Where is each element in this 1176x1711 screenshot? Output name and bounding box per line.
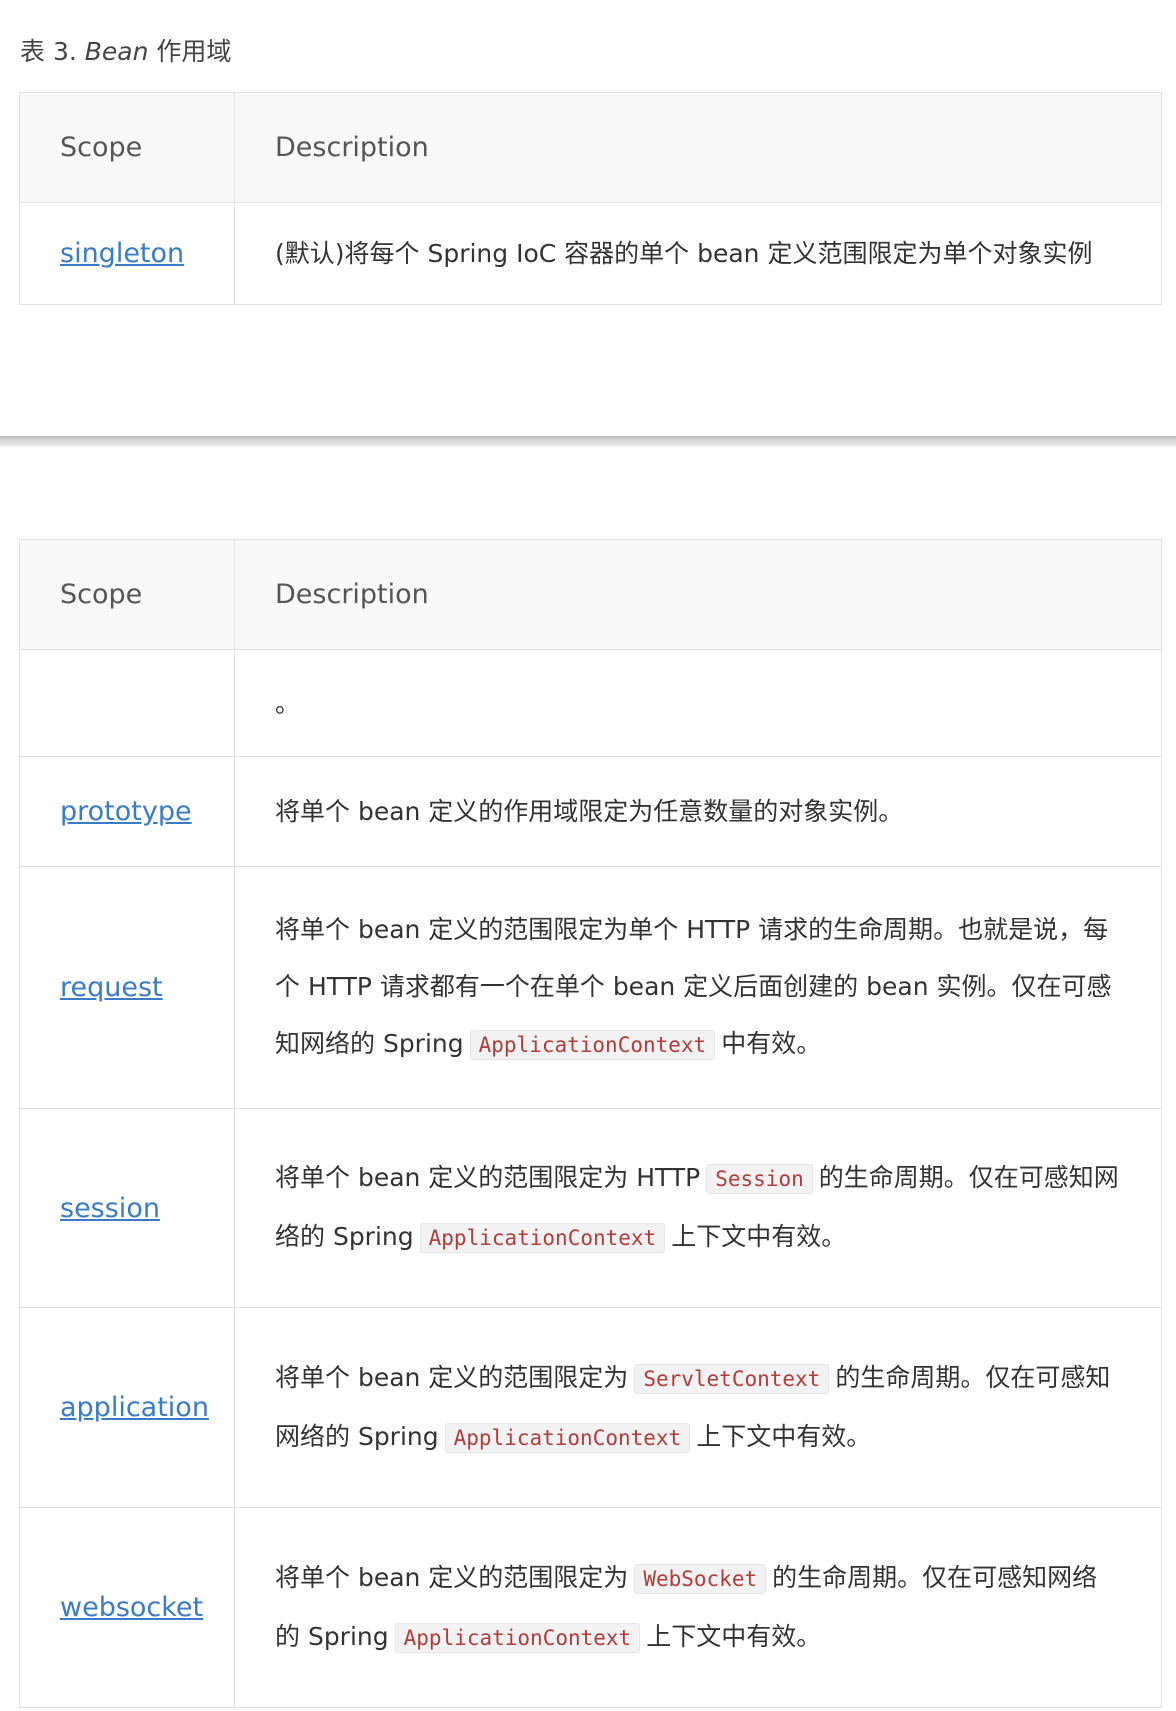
caption-emphasis: Bean — [84, 37, 149, 66]
description-cell: (默认)将每个 Spring IoC 容器的单个 bean 定义范围限定为单个对… — [234, 202, 1162, 305]
inline-code: ApplicationContext — [394, 1622, 641, 1653]
scope-cell: singleton — [19, 202, 235, 305]
scope-link-application[interactable]: application — [60, 1392, 209, 1423]
description-column-header: Description — [234, 92, 1162, 203]
scope-cell: session — [19, 1108, 235, 1308]
description-cell: 将单个 bean 定义的范围限定为单个 HTTP 请求的生命周期。也就是说，每个… — [234, 866, 1162, 1109]
table-row: prototype 将单个 bean 定义的作用域限定为任意数量的对象实例。 — [19, 756, 1162, 867]
description-text: 将单个 bean 定义的范围限定为 — [275, 1362, 629, 1392]
scope-cell: prototype — [19, 756, 235, 867]
description-text: 将单个 bean 定义的范围限定为 — [275, 1562, 629, 1592]
scope-link-request[interactable]: request — [60, 972, 163, 1003]
caption-suffix: 作用域 — [148, 37, 232, 66]
scope-column-header: Scope — [19, 92, 235, 203]
inline-code: ApplicationContext — [469, 1030, 716, 1060]
caption-prefix: 表 3. — [20, 37, 85, 66]
table-header-row: Scope Description — [19, 539, 1162, 650]
table-row: session 将单个 bean 定义的范围限定为 HTTP Session 的生命… — [19, 1108, 1162, 1308]
scope-link-singleton[interactable]: singleton — [60, 238, 184, 269]
scope-cell: websocket — [19, 1507, 235, 1708]
table-row: websocket 将单个 bean 定义的范围限定为 WebSocket 的生命周… — [19, 1507, 1162, 1708]
description-text: 上下文中有效。 — [646, 1621, 822, 1651]
inline-code: WebSocket — [634, 1563, 767, 1594]
table-row: application 将单个 bean 定义的范围限定为 ServletCont… — [19, 1307, 1162, 1508]
description-text: 上下文中有效。 — [671, 1222, 847, 1251]
description-text: 将单个 bean 定义的范围限定为 HTTP — [275, 1163, 701, 1192]
description-cell: 将单个 bean 定义的范围限定为 ServletContext 的生命周期。仅在可… — [234, 1307, 1162, 1508]
scope-link-websocket[interactable]: websocket — [60, 1592, 203, 1623]
description-cell: 将单个 bean 定义的作用域限定为任意数量的对象实例。 — [234, 756, 1162, 867]
description-text: 中有效。 — [721, 1029, 822, 1058]
description-cell: 将单个 bean 定义的范围限定为 WebSocket 的生命周期。仅在可感知网络的… — [234, 1507, 1162, 1708]
scope-table-1: Scope Description singleton (默认)将每个 Spri… — [19, 92, 1162, 305]
scope-table-2: Scope Description 。 prototype 将单个 bean 定… — [19, 539, 1162, 1708]
table-row: request 将单个 bean 定义的范围限定为单个 HTTP 请求的生命周期… — [19, 866, 1162, 1109]
scope-column-header: Scope — [19, 539, 235, 650]
description-text: 上下文中有效。 — [696, 1421, 872, 1451]
inline-code: Session — [706, 1164, 813, 1194]
scope-link-session[interactable]: session — [60, 1193, 160, 1224]
description-cell: 将单个 bean 定义的范围限定为 HTTP Session 的生命周期。仅在可感知… — [234, 1108, 1162, 1308]
description-cell: 。 — [234, 649, 1162, 757]
inline-code: ApplicationContext — [444, 1422, 691, 1453]
inline-code: ServletContext — [634, 1363, 830, 1394]
section-divider — [0, 436, 1176, 446]
scope-link-prototype[interactable]: prototype — [60, 796, 192, 827]
table-row: 。 — [19, 649, 1162, 757]
table-header-row: Scope Description — [19, 92, 1162, 203]
scope-cell: request — [19, 866, 235, 1109]
scope-cell — [19, 649, 235, 757]
table-caption: 表 3. Bean 作用域 — [20, 32, 231, 68]
scope-cell: application — [19, 1307, 235, 1508]
description-column-header: Description — [234, 539, 1162, 650]
table-row: singleton (默认)将每个 Spring IoC 容器的单个 bean … — [19, 202, 1162, 305]
inline-code: ApplicationContext — [419, 1223, 666, 1253]
